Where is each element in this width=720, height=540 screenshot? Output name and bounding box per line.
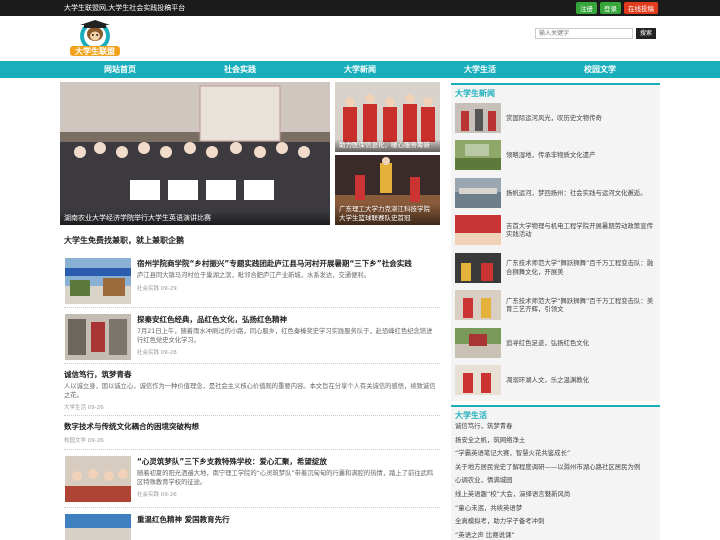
hero-main-photo [60,82,330,225]
register-button[interactable]: 注册 [576,2,597,14]
article-item[interactable]: 诚信笃行，筑梦青春人以诚立身，国以诚立心，诚信作为一种价值理念，是社会主义核心价… [64,364,440,416]
hero-side-slide-1[interactable]: 助力医保信息化，暖心服务筹新 [335,82,440,152]
sidebar-life-item[interactable]: 线上英语趣“校”大会，演绎语言魅新风尚 [455,488,656,502]
hero-side-caption-1: 助力医保信息化，暖心服务筹新 [335,139,440,152]
sidebar-news-item[interactable]: 追寻红色足迹，弘扬红色文化 [455,324,656,362]
top-bar: 大学生联盟网,大学生社会实践投稿平台 注册 登录 在线投稿 [0,0,720,16]
sidebar-life-item[interactable]: 心调农业，情满城园 [455,474,656,488]
article-item[interactable]: 数字技术与传统文化耦合的困境突破构想校园文学 09-26 [64,416,440,450]
search-bar: 搜索 [534,28,656,39]
header: 大学生联盟 搜索 [0,16,720,61]
nav-campus-literature[interactable]: 校园文学 [540,61,660,78]
sidebar-life-item[interactable]: 全真模拟考，助力学子备考冲刺 [455,515,656,529]
article-item[interactable]: “心灵筑梦队”三下乡支教特殊学校：爱心汇聚，希望绽放随着初夏的阳光洒遍大地，南宁… [64,450,440,508]
sidebar-news-label: 赏国际运河风光，叹历史文物传奇 [506,113,602,122]
article-meta: 社会实践 09-29 [137,285,177,292]
article-meta: 社会实践 09-28 [137,350,177,356]
hero-side-slide-2[interactable]: 广东理工大学力克湛江科技学院大学生篮球联赛队史首冠 [335,155,440,225]
sidebar-news-item[interactable]: 吉首大学物理与机电工程学院开展暑期劳动政策宣传实践活动 [455,212,656,250]
hero-side-caption-2: 广东理工大学力克湛江科技学院大学生篮球联赛队史首冠 [335,203,440,225]
site-logo[interactable]: 大学生联盟 [66,19,124,59]
search-button[interactable]: 搜索 [635,28,656,39]
article-list: 宿州学院商学院“乡村振兴”专题实践团赴庐江县马河村开展暑期“三下乡”社会实践 庐江… [64,252,440,540]
sidebar-life-title[interactable]: 大学生活 [451,405,660,420]
article-summary: 人以诚立身，国以诚立心，诚信作为一种价值理念，是社会主义核心价值观的重要内容。本… [64,383,436,399]
article-item[interactable]: 探秦安红色经典，品红色文化，弘扬红色精神 7月21日上午，随着雨水冲刷过的小路，同… [64,308,440,364]
nav-university-news[interactable]: 大学新闻 [300,61,420,78]
nav-social-practice[interactable]: 社会实践 [180,61,300,78]
sidebar-life-list: 诚信笃行，筑梦青春 扬安全之帆，筑网络净土 “学霸英语笔记大赛，智慧火花共鉴成长… [451,419,660,540]
sidebar-life-item[interactable]: “英语之声 比赛说课” [455,529,656,540]
article-title[interactable]: 探秦安红色经典，品红色文化，弘扬红色精神 [137,315,436,325]
hero-main-caption: 湖南农业大学经济学院举行大学生英语演讲比赛 [60,211,330,225]
sidebar-life-item[interactable]: “童心未泯，共续英语梦 [455,502,656,516]
article-thumbnail[interactable] [65,514,131,540]
article-item[interactable]: 重温红色精神 爱国教育先行 [64,508,440,540]
section-title[interactable]: 大学生免费找兼职，就上兼职企鹅 [64,235,184,246]
sidebar-news-label: 广东技术师范大学“舞跃狮舞”百千万工程变击队：美育三艺齐辉，引领文 [506,296,654,314]
sidebar-news-item[interactable]: 领略湿地，传承非物质文化遗产 [455,137,656,175]
sidebar-news-item[interactable]: 扬帆运河，梦回扬州：社会实践与运河文化邂逅。 [455,174,656,212]
sidebar-news-item[interactable]: 凋溺环湖人文，乐之温渊教化 [455,362,656,400]
article-item[interactable]: 宿州学院商学院“乡村振兴”专题实践团赴庐江县马河村开展暑期“三下乡”社会实践 庐江… [64,252,440,308]
article-thumbnail[interactable] [65,314,131,360]
sidebar-news-label: 吉首大学物理与机电工程学院开展暑期劳动政策宣传实践活动 [506,221,653,239]
article-title[interactable]: “心灵筑梦队”三下乡支教特殊学校：爱心汇聚，希望绽放 [137,457,436,467]
main-nav: 网站首页 社会实践 大学新闻 大学生活 校园文学 [0,61,720,78]
svg-text:大学生联盟: 大学生联盟 [75,46,115,56]
article-meta: 社会实践 09-26 [137,492,177,498]
article-meta: 大学生活 09-26 [64,405,104,411]
article-summary: 7月21日上午，随着雨水冲刷过的小路，同心服乡，红色秦榛奖史学习实践服务队于，赴… [137,328,433,344]
sidebar-news-title[interactable]: 大学生新闻 [451,83,660,98]
sidebar-news-label: 领略湿地，传承非物质文化遗产 [506,151,596,159]
sidebar-news-label: 追寻红色足迹，弘扬红色文化 [506,338,590,347]
article-thumbnail[interactable] [65,258,131,304]
sidebar-life-item[interactable]: 关于地方居民党史了解程度调研——以滁州市湖心路社区居民为例 [455,461,656,475]
article-title[interactable]: 重温红色精神 爱国教育先行 [137,515,436,525]
sidebar-news-label: 扬帆运河，梦回扬州：社会实践与运河文化邂逅。 [506,188,647,197]
sidebar: 大学生新闻 赏国际运河风光，叹历史文物传奇 领略湿地，传承非物质文化遗产 扬帆运… [451,83,660,540]
sidebar-news-item[interactable]: 赏国际运河风光，叹历史文物传奇 [455,99,656,137]
hero-main-slide[interactable]: 湖南农业大学经济学院举行大学生英语演讲比赛 [60,82,330,225]
article-summary: 随着初夏的阳光洒遍大地，南宁理工学院的“心灵筑梦队”带着沉甸甸的行囊和满腔的热情… [137,470,434,486]
login-button[interactable]: 登录 [600,2,621,14]
nav-student-life[interactable]: 大学生活 [420,61,540,78]
auth-buttons: 注册 登录 在线投稿 [576,2,658,14]
article-thumbnail[interactable] [65,456,131,502]
site-tagline: 大学生联盟网,大学生社会实践投稿平台 [64,4,186,12]
article-title[interactable]: 宿州学院商学院“乡村振兴”专题实践团赴庐江县马河村开展暑期“三下乡”社会实践 [137,259,436,269]
sidebar-life-item[interactable]: “学霸英语笔记大赛，智慧火花共鉴成长” [455,447,656,461]
nav-home[interactable]: 网站首页 [60,61,180,78]
content: 湖南农业大学经济学院举行大学生英语演讲比赛 助力医保信息化，暖心服务筹新 广东理… [0,78,720,540]
search-input[interactable] [534,28,633,39]
article-title[interactable]: 诚信笃行，筑梦青春 [64,370,436,380]
sidebar-news-item[interactable]: 广东技术师范大学“舞跃狮舞”百千万工程变击队：融合狮舞文化，开展美 [455,249,656,287]
sidebar-news-item[interactable]: 广东技术师范大学“舞跃狮舞”百千万工程变击队：美育三艺齐辉，引领文 [455,287,656,325]
sidebar-news-label: 凋溺环湖人文，乐之温渊教化 [506,376,590,384]
sidebar-life-item[interactable]: 扬安全之帆，筑网络净土 [455,434,656,448]
sidebar-news-label: 广东技术师范大学“舞跃狮舞”百千万工程变击队：融合狮舞文化，开展美 [506,259,654,276]
sidebar-news-list: 赏国际运河风光，叹历史文物传奇 领略湿地，传承非物质文化遗产 扬帆运河，梦回扬州… [451,97,660,401]
article-title[interactable]: 数字技术与传统文化耦合的困境突破构想 [64,422,436,432]
article-meta: 校园文学 09-26 [64,438,104,444]
article-summary: 庐江县同大镇马河村位于巢湖之滨，毗邻合肥庐江产业新城，水系发达，交通便利。 [137,272,370,279]
submit-article-button[interactable]: 在线投稿 [624,2,658,14]
sidebar-life-item[interactable]: 诚信笃行，筑梦青春 [455,420,656,434]
